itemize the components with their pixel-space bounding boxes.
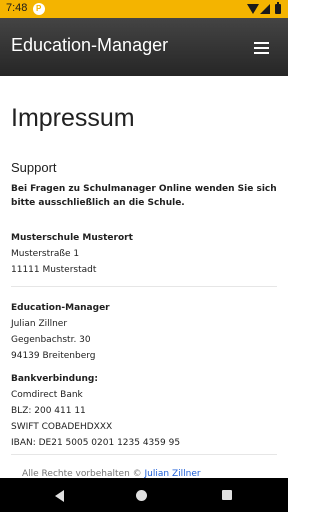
system-nav-bar	[0, 478, 288, 512]
cell-signal-icon	[260, 4, 270, 14]
page-content[interactable]: Impressum Support Bei Fragen zu Schulman…	[0, 76, 288, 478]
bank-details: Bankverbindung: Comdirect Bank BLZ: 200 …	[11, 371, 180, 451]
bank-blz: BLZ: 200 411 11	[11, 406, 86, 416]
home-icon[interactable]	[136, 490, 147, 501]
app-notification-icon: P	[33, 3, 45, 15]
footer: Alle Rechte vorbehalten © Julian Zillner	[22, 469, 201, 478]
recent-apps-icon[interactable]	[222, 490, 232, 500]
school-city: 11111 Musterstadt	[11, 265, 97, 275]
page-title: Impressum	[11, 104, 135, 132]
company-street: Gegenbachstr. 30	[11, 335, 91, 345]
footer-text: Alle Rechte vorbehalten ©	[22, 469, 142, 478]
bank-label: Bankverbindung:	[11, 374, 98, 384]
support-text: Bei Fragen zu Schulmanager Online wenden…	[11, 184, 277, 208]
school-address: Musterschule Musterort Musterstraße 1 11…	[11, 230, 133, 278]
menu-line	[254, 42, 269, 44]
bank-name: Comdirect Bank	[11, 390, 83, 400]
footer-author-link[interactable]: Julian Zillner	[145, 469, 201, 478]
app-title: Education-Manager	[11, 35, 169, 55]
bank-swift: SWIFT COBADEHDXXX	[11, 422, 113, 432]
app-badge-letter: P	[36, 4, 42, 13]
divider	[11, 286, 277, 287]
company-address: Education-Manager Julian Zillner Gegenba…	[11, 300, 110, 364]
status-bar: 7:48 P	[0, 0, 288, 18]
company-city: 94139 Breitenberg	[11, 351, 96, 361]
company-name: Education-Manager	[11, 303, 110, 313]
divider	[11, 454, 277, 455]
menu-line	[254, 47, 269, 49]
bank-iban: IBAN: DE21 5005 0201 1235 4359 95	[11, 438, 181, 448]
battery-icon	[275, 2, 281, 14]
app-bar: Education-Manager	[0, 18, 288, 76]
support-heading: Support	[11, 160, 57, 175]
wifi-icon	[247, 4, 259, 14]
company-person: Julian Zillner	[11, 319, 68, 329]
school-street: Musterstraße 1	[11, 249, 80, 259]
status-time: 7:48	[6, 2, 28, 14]
hamburger-menu-icon[interactable]	[250, 40, 274, 56]
menu-line	[254, 52, 269, 54]
back-icon[interactable]	[55, 490, 64, 502]
school-name: Musterschule Musterort	[11, 233, 133, 243]
